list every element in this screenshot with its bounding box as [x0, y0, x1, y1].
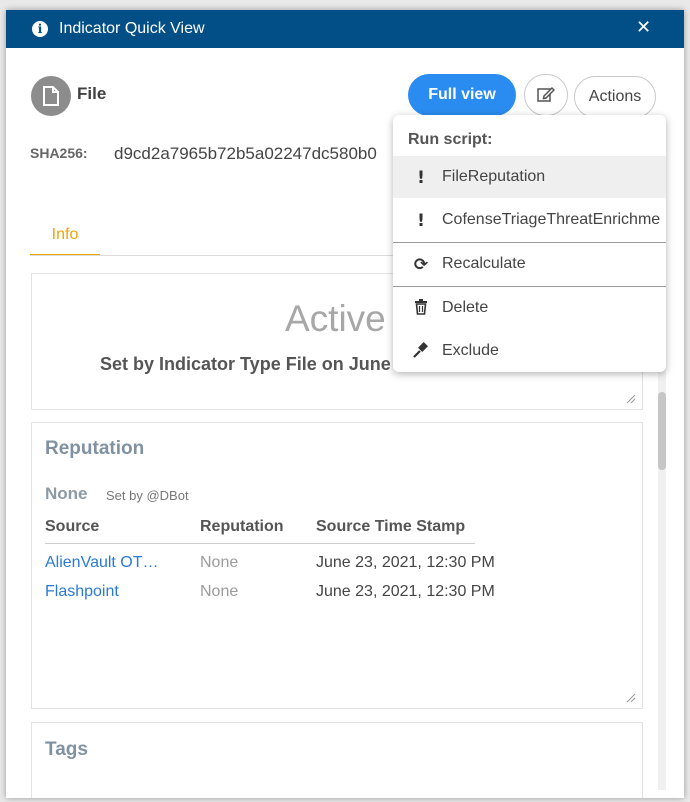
- status-set-by: Set by Indicator Type File on June: [100, 354, 391, 374]
- sha256-label: SHA256:: [30, 145, 88, 161]
- modal-titlebar: i Indicator Quick View ✕: [6, 10, 684, 48]
- reputation-card: Reputation None Set by @DBot Source Repu…: [31, 422, 643, 709]
- resize-handle-icon[interactable]: [626, 394, 636, 404]
- menu-item-delete[interactable]: Delete: [393, 287, 666, 329]
- edit-button[interactable]: [524, 74, 568, 116]
- reputation-value: None: [45, 484, 88, 503]
- tab-info[interactable]: Info: [30, 216, 100, 256]
- tags-card: Tags: [31, 722, 643, 798]
- refresh-icon: ⟳: [413, 255, 429, 275]
- scrollbar-thumb[interactable]: [658, 392, 666, 470]
- column-header-source-time-stamp[interactable]: Source Time Stamp: [316, 518, 465, 536]
- row-reputation: None: [200, 554, 239, 571]
- full-view-button[interactable]: Full view: [408, 74, 516, 116]
- exclamation-icon: !: [417, 168, 425, 188]
- sha256-value: d9cd2a7965b72b5a02247dc580b0: [114, 144, 377, 163]
- row-source-link[interactable]: AlienVault OT…: [45, 554, 159, 572]
- table-header-divider: [45, 543, 475, 544]
- indicator-status: Active: [285, 298, 386, 339]
- trash-icon: [413, 299, 429, 317]
- row-timestamp: June 23, 2021, 12:30 PM: [316, 583, 495, 600]
- column-header-source[interactable]: Source: [45, 518, 99, 536]
- tags-title: Tags: [45, 739, 88, 760]
- row-source-link[interactable]: Flashpoint: [45, 583, 119, 601]
- indicator-type-label: File: [77, 84, 107, 103]
- menu-item-filereputation[interactable]: ! FileReputation: [393, 156, 666, 198]
- column-header-reputation[interactable]: Reputation: [200, 518, 284, 536]
- file-icon: [31, 76, 71, 116]
- reputation-set-by: Set by @DBot: [106, 488, 189, 503]
- menu-item-cofense-enrichment[interactable]: ! CofenseTriageThreatEnrichme: [393, 199, 666, 241]
- exclamation-icon: !: [417, 211, 425, 231]
- run-script-header: Run script:: [408, 131, 493, 148]
- gavel-icon: [413, 342, 429, 360]
- close-icon[interactable]: ✕: [636, 17, 651, 38]
- row-reputation: None: [200, 583, 239, 600]
- modal-title: Indicator Quick View: [59, 20, 205, 37]
- actions-button[interactable]: Actions: [574, 76, 656, 118]
- resize-handle-icon[interactable]: [626, 693, 636, 703]
- menu-item-recalculate[interactable]: ⟳ Recalculate: [393, 243, 666, 285]
- info-icon: i: [32, 21, 48, 37]
- actions-dropdown-menu: Run script: ! FileReputation ! CofenseTr…: [393, 115, 666, 372]
- edit-icon: [537, 86, 555, 102]
- reputation-title: Reputation: [45, 438, 145, 459]
- row-timestamp: June 23, 2021, 12:30 PM: [316, 554, 495, 571]
- menu-item-exclude[interactable]: Exclude: [393, 330, 666, 372]
